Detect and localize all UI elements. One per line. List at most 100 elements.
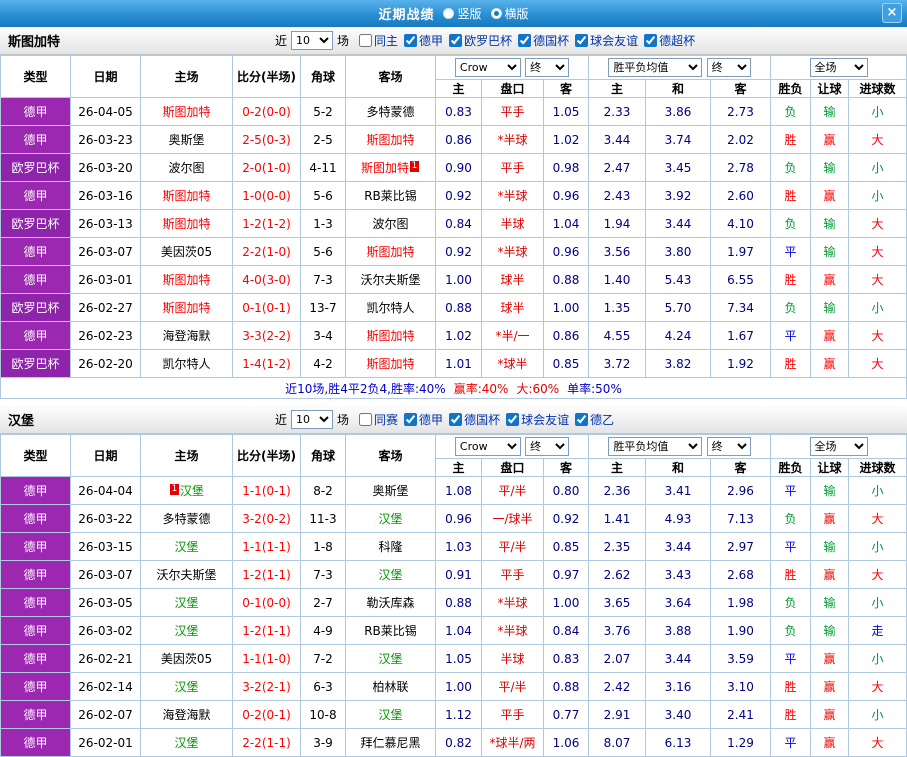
- match-score[interactable]: 1-2(1-1): [233, 561, 301, 589]
- filter-checkbox[interactable]: 同主: [359, 32, 398, 49]
- team-link[interactable]: 汉堡: [174, 624, 198, 638]
- layout-radio-horizontal[interactable]: 横版: [491, 5, 529, 22]
- match-score[interactable]: 4-0(3-0): [233, 266, 301, 294]
- europe-final-select[interactable]: 终: [707, 58, 751, 77]
- team-link[interactable]: 斯图加特: [162, 217, 210, 231]
- team-link[interactable]: 沃尔夫斯堡: [360, 273, 420, 287]
- team-link[interactable]: 汉堡: [378, 512, 402, 526]
- europe-odds-select[interactable]: 胜平负均值: [608, 437, 702, 456]
- bookmaker-select[interactable]: Crow: [455, 58, 521, 77]
- checkbox-input[interactable]: [644, 34, 657, 47]
- match-score[interactable]: 2-2(1-1): [233, 729, 301, 757]
- team-link[interactable]: 斯图加特: [162, 301, 210, 315]
- match-score[interactable]: 1-1(0-1): [233, 477, 301, 505]
- bookmaker-final-select[interactable]: 终: [525, 58, 569, 77]
- team-link[interactable]: 汉堡: [174, 596, 198, 610]
- checkbox-input[interactable]: [518, 34, 531, 47]
- match-score[interactable]: 3-3(2-2): [233, 322, 301, 350]
- scope-select[interactable]: 全场: [810, 437, 868, 456]
- checkbox-input[interactable]: [575, 34, 588, 47]
- team-link[interactable]: 斯图加特: [366, 133, 414, 147]
- filter-checkbox[interactable]: 德国杯: [518, 32, 569, 49]
- match-score[interactable]: 1-4(1-2): [233, 350, 301, 378]
- team-link[interactable]: 汉堡: [378, 708, 402, 722]
- team-link[interactable]: 科隆: [378, 540, 402, 554]
- bookmaker-final-select[interactable]: 终: [525, 437, 569, 456]
- team-link[interactable]: RB莱比锡: [364, 624, 417, 638]
- team-link[interactable]: 沃尔夫斯堡: [156, 568, 216, 582]
- team-link[interactable]: 斯图加特: [162, 189, 210, 203]
- europe-odds-select[interactable]: 胜平负均值: [608, 58, 702, 77]
- match-score[interactable]: 1-0(0-0): [233, 182, 301, 210]
- team-link[interactable]: 美因茨05: [161, 652, 212, 666]
- layout-radio-vertical[interactable]: 竖版: [443, 5, 481, 22]
- team-link[interactable]: 汉堡: [174, 680, 198, 694]
- match-score[interactable]: 0-2(0-0): [233, 98, 301, 126]
- team-link[interactable]: 波尔图: [168, 161, 204, 175]
- team-link[interactable]: 凯尔特人: [162, 357, 210, 371]
- team-link[interactable]: 多特蒙德: [162, 512, 210, 526]
- bookmaker-select[interactable]: Crow: [455, 437, 521, 456]
- filter-checkbox[interactable]: 球会友谊: [575, 32, 638, 49]
- match-score[interactable]: 2-0(1-0): [233, 154, 301, 182]
- filter-checkbox[interactable]: 欧罗巴杯: [449, 32, 512, 49]
- team-link[interactable]: 汉堡: [378, 652, 402, 666]
- filter-checkbox[interactable]: 德甲: [404, 411, 443, 428]
- team-link[interactable]: 奥斯堡: [168, 133, 204, 147]
- match-score[interactable]: 3-2(0-2): [233, 505, 301, 533]
- match-row: 德甲 26-02-21 美因茨05 1-1(1-0) 7-2 汉堡 1.05 半…: [1, 645, 907, 673]
- team-link[interactable]: RB莱比锡: [364, 189, 417, 203]
- match-score[interactable]: 1-2(1-1): [233, 617, 301, 645]
- filter-checkbox[interactable]: 德甲: [404, 32, 443, 49]
- match-score[interactable]: 0-1(0-1): [233, 294, 301, 322]
- filter-checkbox[interactable]: 德乙: [575, 411, 614, 428]
- filter-checkbox[interactable]: 德超杯: [644, 32, 695, 49]
- team-link[interactable]: 斯图加特: [366, 357, 414, 371]
- team-link[interactable]: 多特蒙德: [366, 105, 414, 119]
- team-link[interactable]: 海登海默: [162, 329, 210, 343]
- team-link[interactable]: 汉堡: [378, 568, 402, 582]
- team-link[interactable]: 斯图加特: [366, 245, 414, 259]
- checkbox-input[interactable]: [449, 413, 462, 426]
- checkbox-input[interactable]: [506, 413, 519, 426]
- euro-home-odds: 8.07: [589, 729, 646, 757]
- close-icon[interactable]: ×: [882, 3, 902, 23]
- team-link[interactable]: 凯尔特人: [366, 301, 414, 315]
- team-link[interactable]: 波尔图: [372, 217, 408, 231]
- team-link[interactable]: 柏林联: [372, 680, 408, 694]
- checkbox-input[interactable]: [449, 34, 462, 47]
- team-link[interactable]: 拜仁慕尼黑: [360, 736, 420, 750]
- scope-select[interactable]: 全场: [810, 58, 868, 77]
- checkbox-input[interactable]: [359, 413, 372, 426]
- match-count-select[interactable]: 10: [291, 410, 333, 429]
- match-count-select[interactable]: 10: [291, 31, 333, 50]
- team-link[interactable]: 海登海默: [162, 708, 210, 722]
- match-score[interactable]: 2-5(0-3): [233, 126, 301, 154]
- checkbox-input[interactable]: [404, 413, 417, 426]
- team-link[interactable]: 美因茨05: [161, 245, 212, 259]
- team-link[interactable]: 斯图加特: [162, 273, 210, 287]
- team-link[interactable]: 斯图加特: [162, 105, 210, 119]
- team-link[interactable]: 勒沃库森: [366, 596, 414, 610]
- match-score[interactable]: 1-2(1-2): [233, 210, 301, 238]
- team-link[interactable]: 奥斯堡: [372, 484, 408, 498]
- team-link[interactable]: 斯图加特: [366, 329, 414, 343]
- filter-checkbox[interactable]: 球会友谊: [506, 411, 569, 428]
- checkbox-input[interactable]: [359, 34, 372, 47]
- team-link[interactable]: 汉堡: [174, 540, 198, 554]
- match-score[interactable]: 0-1(0-0): [233, 589, 301, 617]
- team-link[interactable]: 斯图加特: [361, 161, 409, 175]
- checkbox-input[interactable]: [575, 413, 588, 426]
- match-score[interactable]: 1-1(1-0): [233, 645, 301, 673]
- match-score[interactable]: 2-2(1-0): [233, 238, 301, 266]
- checkbox-input[interactable]: [404, 34, 417, 47]
- match-score[interactable]: 0-2(0-1): [233, 701, 301, 729]
- match-score[interactable]: 3-2(2-1): [233, 673, 301, 701]
- result-goals: 大: [849, 266, 907, 294]
- filter-checkbox[interactable]: 同赛: [359, 411, 398, 428]
- team-link[interactable]: 汉堡: [174, 736, 198, 750]
- filter-checkbox[interactable]: 德国杯: [449, 411, 500, 428]
- europe-final-select[interactable]: 终: [707, 437, 751, 456]
- team-link[interactable]: 汉堡: [180, 484, 204, 498]
- match-score[interactable]: 1-1(1-1): [233, 533, 301, 561]
